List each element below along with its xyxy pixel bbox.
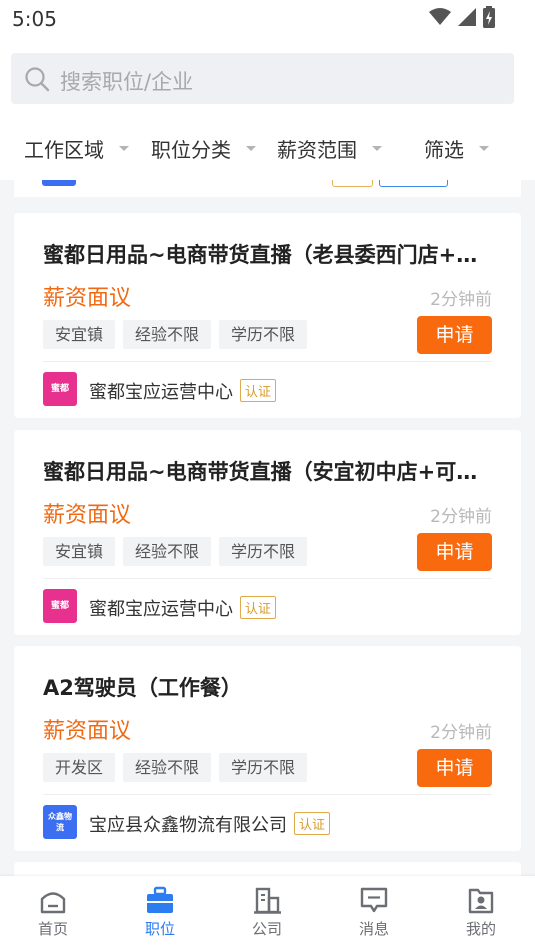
divider bbox=[43, 578, 492, 579]
battery-icon bbox=[483, 6, 495, 28]
filter-label: 职位分类 bbox=[151, 138, 231, 162]
tag-education: 学历不限 bbox=[219, 753, 308, 782]
company-logo: 众鑫物流 bbox=[43, 805, 77, 839]
company-info[interactable]: 蜜都宝应运营中心 认证 bbox=[89, 378, 277, 404]
company-name: 宝应县众鑫物流有限公司 bbox=[89, 815, 287, 836]
filter-label: 薪资范围 bbox=[277, 138, 357, 162]
tag-experience: 经验不限 bbox=[123, 537, 212, 566]
bottom-tab-bar: 首页 职位 公司 消息 我的 bbox=[0, 876, 535, 951]
wifi-icon bbox=[429, 8, 451, 25]
filter-salary-range[interactable]: 薪资范围 bbox=[277, 134, 382, 163]
divider bbox=[43, 361, 492, 362]
tag-location: 开发区 bbox=[43, 753, 116, 782]
tab-jobs[interactable]: 职位 bbox=[130, 886, 190, 939]
company-name: 蜜都宝应运营中心 bbox=[89, 382, 233, 403]
search-icon bbox=[25, 67, 50, 92]
apply-button[interactable]: 申请 bbox=[417, 316, 492, 354]
job-card[interactable]: 蜜都日用品~电商带货直播（安宜初中店+可… 薪资面议 2分钟前 安宜镇 经验不限… bbox=[14, 430, 521, 635]
filter-job-category[interactable]: 职位分类 bbox=[151, 134, 256, 163]
tab-label: 公司 bbox=[251, 920, 282, 938]
caret-down-icon bbox=[372, 146, 382, 151]
tab-messages[interactable]: 消息 bbox=[344, 886, 404, 939]
status-bar: 5:05 bbox=[0, 0, 535, 38]
tab-label: 我的 bbox=[465, 920, 496, 938]
tab-label: 职位 bbox=[144, 920, 175, 938]
job-card-partial[interactable] bbox=[14, 180, 521, 197]
status-time: 5:05 bbox=[12, 7, 57, 31]
filter-label: 筛选 bbox=[424, 138, 464, 162]
filter-work-area[interactable]: 工作区域 bbox=[24, 134, 129, 163]
verify-badge: 认证 bbox=[240, 596, 277, 619]
company-info[interactable]: 宝应县众鑫物流有限公司 认证 bbox=[89, 811, 331, 837]
verify-badge bbox=[332, 180, 373, 187]
status-icons bbox=[429, 6, 495, 28]
filter-bar: 工作区域 职位分类 薪资范围 筛选 bbox=[0, 118, 535, 180]
apply-button[interactable]: 申请 bbox=[417, 749, 492, 787]
profile-icon bbox=[468, 888, 494, 914]
tag-experience: 经验不限 bbox=[123, 753, 212, 782]
post-time: 2分钟前 bbox=[430, 290, 492, 310]
job-tags: 开发区 经验不限 学历不限 bbox=[43, 753, 308, 782]
home-icon bbox=[40, 892, 66, 914]
job-card[interactable]: 蜜都日用品~电商带货直播（老县委西门店+… 薪资面议 2分钟前 安宜镇 经验不限… bbox=[14, 213, 521, 418]
company-info[interactable]: 蜜都宝应运营中心 认证 bbox=[89, 595, 277, 621]
tab-home[interactable]: 首页 bbox=[23, 886, 83, 939]
company-logo: 蜜都 bbox=[43, 372, 77, 406]
briefcase-icon bbox=[147, 886, 173, 913]
building-icon bbox=[254, 887, 281, 914]
tab-profile[interactable]: 我的 bbox=[451, 886, 511, 939]
search-placeholder: 搜索职位/企业 bbox=[60, 70, 194, 94]
job-title: 蜜都日用品~电商带货直播（老县委西门店+… bbox=[43, 243, 478, 267]
company-name: 蜜都宝应运营中心 bbox=[89, 599, 233, 620]
job-tags: 安宜镇 经验不限 学历不限 bbox=[43, 320, 308, 349]
job-card[interactable]: A2驾驶员（工作餐） 薪资面议 2分钟前 开发区 经验不限 学历不限 申请 众鑫… bbox=[14, 646, 521, 851]
status-badge bbox=[379, 180, 448, 187]
tag-location: 安宜镇 bbox=[43, 320, 116, 349]
caret-down-icon bbox=[119, 146, 129, 151]
tab-label: 消息 bbox=[358, 920, 389, 938]
company-logo bbox=[42, 180, 76, 186]
filter-label: 工作区域 bbox=[24, 138, 104, 162]
tag-education: 学历不限 bbox=[219, 320, 308, 349]
job-title: 蜜都日用品~电商带货直播（安宜初中店+可… bbox=[43, 460, 478, 484]
verify-badge: 认证 bbox=[294, 812, 331, 835]
tag-experience: 经验不限 bbox=[123, 320, 212, 349]
post-time: 2分钟前 bbox=[430, 507, 492, 527]
divider bbox=[43, 794, 492, 795]
salary: 薪资面议 bbox=[43, 286, 132, 311]
job-tags: 安宜镇 经验不限 学历不限 bbox=[43, 537, 308, 566]
signal-icon bbox=[458, 8, 476, 26]
salary: 薪资面议 bbox=[43, 503, 132, 528]
message-icon bbox=[360, 887, 388, 913]
verify-badge: 认证 bbox=[240, 379, 277, 402]
apply-button[interactable]: 申请 bbox=[417, 533, 492, 571]
caret-down-icon bbox=[479, 146, 489, 151]
salary: 薪资面议 bbox=[43, 719, 132, 744]
tab-label: 首页 bbox=[37, 920, 68, 938]
filter-more[interactable]: 筛选 bbox=[424, 134, 489, 163]
company-logo: 蜜都 bbox=[43, 589, 77, 623]
job-title: A2驾驶员（工作餐） bbox=[43, 676, 242, 700]
search-input[interactable]: 搜索职位/企业 bbox=[11, 53, 514, 104]
tag-location: 安宜镇 bbox=[43, 537, 116, 566]
tab-companies[interactable]: 公司 bbox=[237, 886, 297, 939]
search-bar-container: 搜索职位/企业 bbox=[0, 38, 535, 118]
caret-down-icon bbox=[246, 146, 256, 151]
post-time: 2分钟前 bbox=[430, 723, 492, 743]
tag-education: 学历不限 bbox=[219, 537, 308, 566]
